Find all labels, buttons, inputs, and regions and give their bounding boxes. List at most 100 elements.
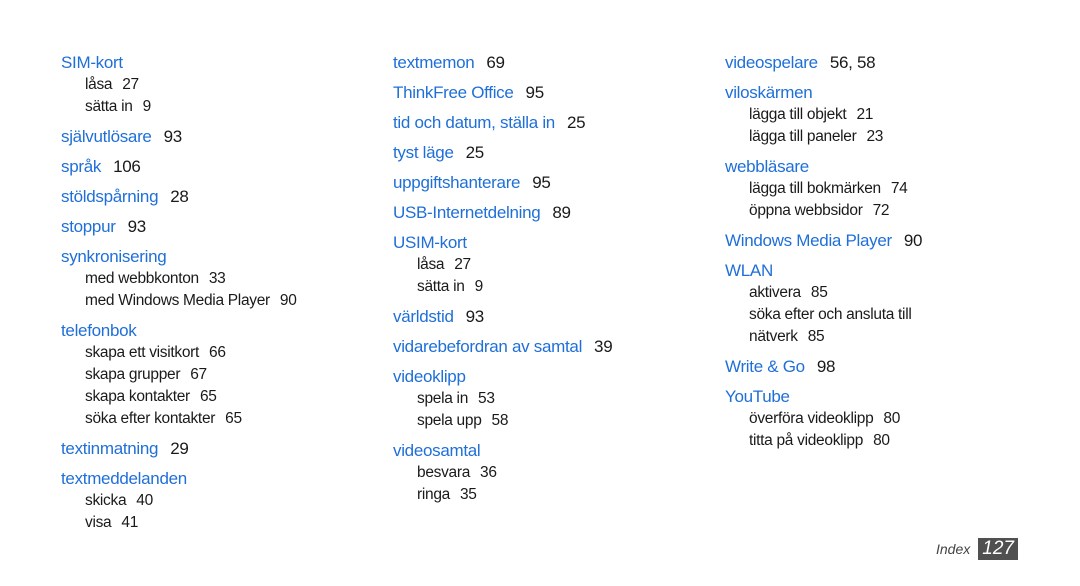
index-term: Windows Media Player — [725, 231, 892, 250]
page-ref: 9 — [142, 98, 152, 115]
index-heading: stoppur 93 — [61, 216, 381, 238]
subentry-term: överföra videoklipp — [749, 410, 874, 427]
index-term: ThinkFree Office — [393, 83, 514, 102]
index-heading: vidarebefordran av samtal 39 — [393, 336, 713, 358]
index-term: videospelare — [725, 53, 818, 72]
page-ref: 65 — [225, 410, 242, 427]
page-ref: 25 — [465, 143, 485, 162]
page-ref: 28 — [170, 187, 189, 206]
index-term: telefonbok — [61, 321, 137, 340]
page-ref: 36 — [480, 464, 497, 481]
page-ref: 29 — [170, 439, 189, 458]
index-subentry: låsa 27 — [61, 74, 381, 96]
subentry-term: sätta in — [417, 278, 465, 295]
index-entry: självutlösare 93 — [61, 126, 381, 148]
index-column-1: SIM-kort låsa 27 sätta in 9 självutlösare 93 sp… — [61, 52, 381, 542]
subentry-term: skapa ett visitkort — [85, 344, 200, 361]
subentry-term: spela upp — [417, 412, 482, 429]
page-ref: 89 — [552, 203, 571, 222]
index-subentry: skicka 40 — [61, 490, 381, 512]
footer-section-label: Index — [936, 541, 971, 557]
index-entry: USB-Internetdelning 89 — [393, 202, 713, 224]
subentry-term: söka efter och ansluta till — [749, 306, 912, 323]
page-ref: 95 — [532, 173, 551, 192]
index-entry: stoppur 93 — [61, 216, 381, 238]
index-term: synkronisering — [61, 247, 167, 266]
index-term: tid och datum, ställa in — [393, 113, 555, 132]
page-ref: 67 — [190, 366, 207, 383]
index-term: SIM-kort — [61, 53, 123, 72]
index-heading: videoklipp — [393, 366, 713, 388]
index-term: stoppur — [61, 217, 116, 236]
index-entry: webbläsare lägga till bokmärken 74 öppna we… — [725, 156, 1045, 222]
subentry-term: sätta in — [85, 98, 133, 115]
index-entry: uppgiftshanterare 95 — [393, 172, 713, 194]
subentry-term: låsa — [417, 256, 445, 273]
index-entry: YouTube överföra videoklipp 80 titta på vid… — [725, 386, 1045, 452]
page-ref: 80 — [883, 410, 901, 427]
index-heading: YouTube — [725, 386, 1045, 408]
subentry-term: lägga till objekt — [749, 106, 847, 123]
index-term: världstid — [393, 307, 454, 326]
subentry-term: visa — [85, 514, 112, 531]
subentry-term: låsa — [85, 76, 113, 93]
subentry-term: öppna webbsidor — [749, 202, 863, 219]
index-term: videoklipp — [393, 367, 466, 386]
index-subentry: nätverk 85 — [725, 326, 1045, 348]
index-term: webbläsare — [725, 157, 809, 176]
index-column-3: videospelare 56, 58 viloskärmen lägga till … — [725, 52, 1045, 460]
index-heading: självutlösare 93 — [61, 126, 381, 148]
index-heading: videosamtal — [393, 440, 713, 462]
index-term: USB-Internetdelning — [393, 203, 541, 222]
index-term: självutlösare — [61, 127, 152, 146]
index-heading: världstid 93 — [393, 306, 713, 328]
index-subentry: öppna webbsidor 72 — [725, 200, 1045, 222]
index-heading: SIM-kort — [61, 52, 381, 74]
subentry-term: besvara — [417, 464, 471, 481]
subentry-term: skapa grupper — [85, 366, 181, 383]
index-entry: tyst läge 25 — [393, 142, 713, 164]
index-term: textinmatning — [61, 439, 159, 458]
index-heading: tyst läge 25 — [393, 142, 713, 164]
index-term: videosamtal — [393, 441, 481, 460]
page-ref: 35 — [459, 486, 477, 503]
subentry-term: lägga till bokmärken — [749, 180, 881, 197]
subentry-term: med webbkonton — [85, 270, 199, 287]
page-ref: 93 — [127, 217, 147, 236]
index-entry: ThinkFree Office 95 — [393, 82, 713, 104]
index-entry: Write & Go 98 — [725, 356, 1045, 378]
page-ref: 95 — [525, 83, 545, 102]
subentry-term: spela in — [417, 390, 469, 407]
index-term: WLAN — [725, 261, 773, 280]
index-subentry: lägga till paneler 23 — [725, 126, 1045, 148]
page-ref: 93 — [163, 127, 183, 146]
page-ref: 98 — [816, 357, 836, 376]
index-heading: textinmatning 29 — [61, 438, 381, 460]
index-term: textmeddelanden — [61, 469, 187, 488]
page-ref: 39 — [594, 337, 613, 356]
index-term: språk — [61, 157, 102, 176]
index-term: YouTube — [725, 387, 790, 406]
index-heading: WLAN — [725, 260, 1045, 282]
page-ref: 41 — [121, 514, 139, 531]
subentry-term: titta på videoklipp — [749, 432, 864, 449]
index-subentry: sätta in 9 — [61, 96, 381, 118]
index-entry: synkronisering med webbkonton 33 med Window… — [61, 246, 381, 312]
page-ref: 90 — [279, 292, 297, 309]
index-heading: viloskärmen — [725, 82, 1045, 104]
page-ref: 66 — [209, 344, 226, 361]
page-ref: 69 — [486, 53, 505, 72]
index-entry: tid och datum, ställa in 25 — [393, 112, 713, 134]
index-column-2: textmemon 69 ThinkFree Office 95 tid och dat… — [393, 52, 713, 514]
index-heading: synkronisering — [61, 246, 381, 268]
subentry-term: skapa kontakter — [85, 388, 190, 405]
subentry-term: söka efter kontakter — [85, 410, 216, 427]
index-heading: språk 106 — [61, 156, 381, 178]
index-subentry: lägga till objekt 21 — [725, 104, 1045, 126]
index-entry: telefonbok skapa ett visitkort 66 skapa gru… — [61, 320, 381, 430]
index-entry: viloskärmen lägga till objekt 21 lägga till… — [725, 82, 1045, 148]
index-subentry: skapa grupper 67 — [61, 364, 381, 386]
index-entry: Windows Media Player 90 — [725, 230, 1045, 252]
index-entry: textinmatning 29 — [61, 438, 381, 460]
index-entry: videospelare 56, 58 — [725, 52, 1045, 74]
